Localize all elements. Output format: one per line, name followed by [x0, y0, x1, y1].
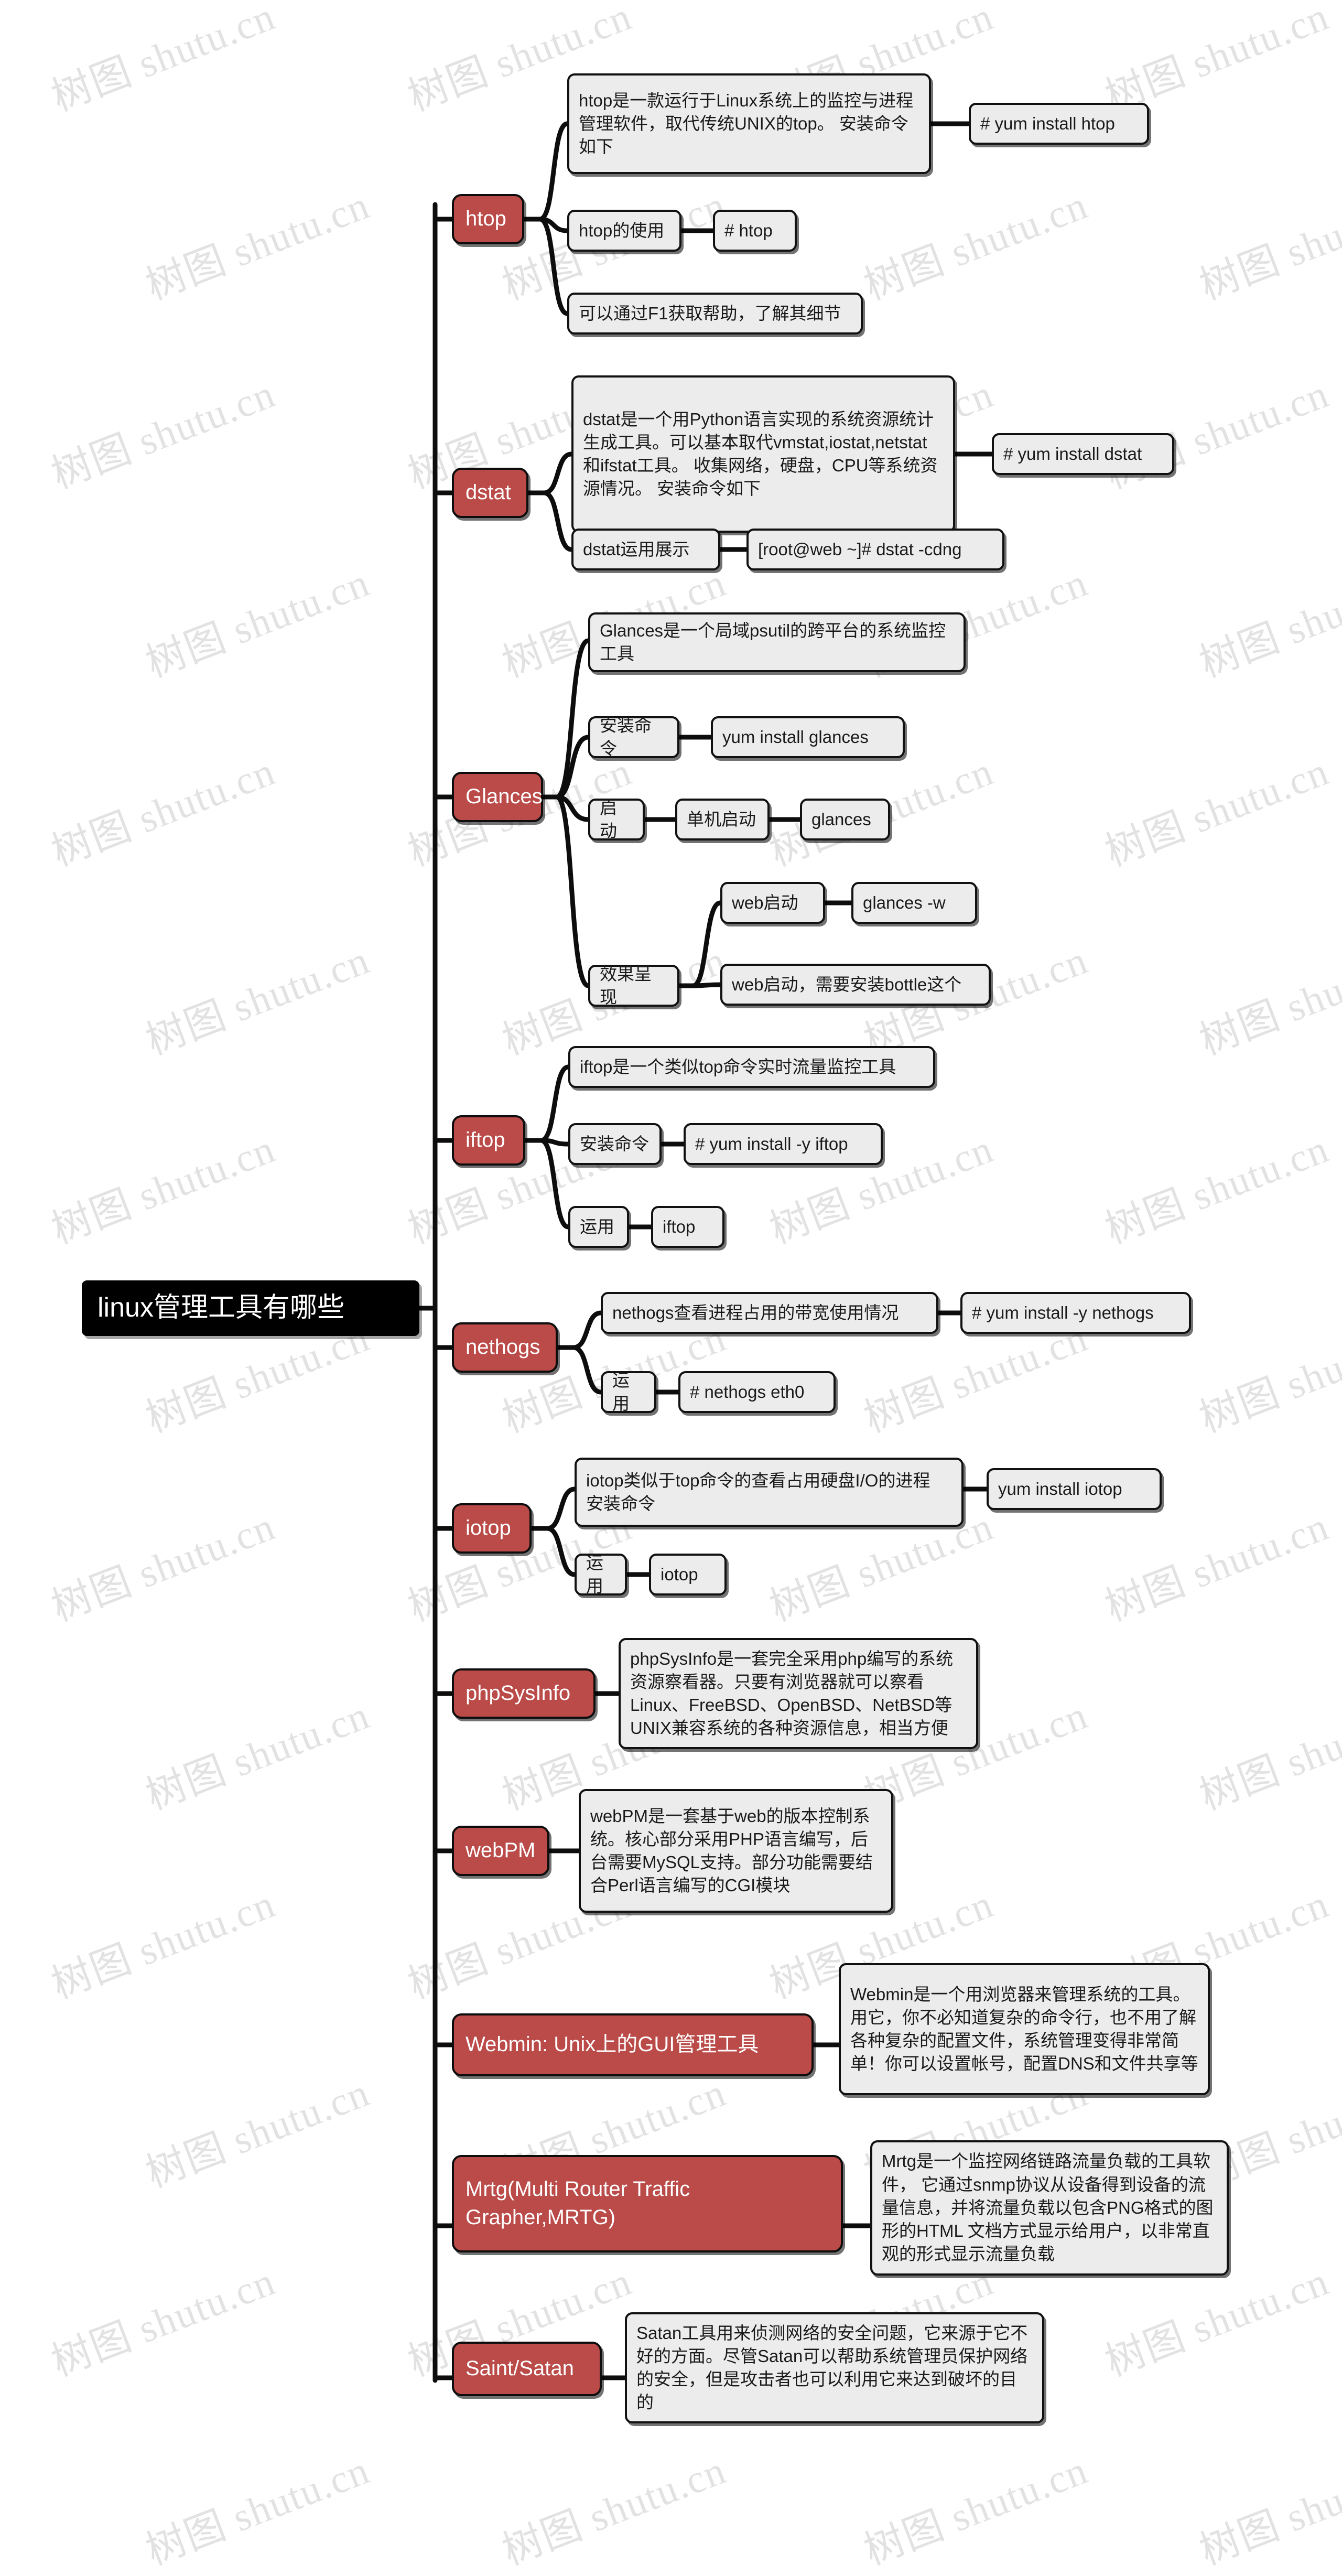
detail-text: iftop是一个类似top命令实时流量监控工具 [580, 1057, 896, 1076]
detail-box-iftop-install-label[interactable]: 安装命令 [568, 1123, 662, 1165]
detail-text: Mrtg是一个监控网络链路流量负载的工具软件， 它通过snmp协议从设备得到设备… [882, 2151, 1214, 2264]
topic-node-mrtg[interactable]: Mrtg(Multi Router Traffic Grapher,MRTG) [452, 2155, 843, 2252]
topic-label-nethogs: nethogs [466, 1335, 540, 1359]
topic-node-iotop[interactable]: iotop [452, 1503, 532, 1554]
command-text: # yum install htop [980, 113, 1115, 133]
detail-text: web启动 [732, 892, 798, 912]
detail-text: webPM是一套基于web的版本控制系统。核心部分采用PHP语言编写，后台需要M… [590, 1806, 873, 1895]
detail-text: dstat运用展示 [583, 539, 690, 559]
command-text: [root@web ~]# dstat -cdng [758, 539, 962, 559]
detail-box-glances-start-label[interactable]: 启动 [588, 797, 645, 840]
command-text: iotop [661, 1564, 698, 1584]
detail-box-iftop-usage-label[interactable]: 运用 [568, 1206, 629, 1248]
topic-node-iftop[interactable]: iftop [452, 1115, 525, 1166]
detail-box-dstat-desc[interactable]: dstat是一个用Python语言实现的系统资源统计生成工具。可以基本取代vms… [571, 375, 955, 533]
topic-label-dstat: dstat [466, 481, 511, 504]
command-text: iftop [663, 1216, 696, 1236]
command-box-nethogs-run[interactable]: # nethogs eth0 [678, 1371, 836, 1413]
detail-text: htop的使用 [579, 220, 665, 240]
topic-label-webpm: webPM [466, 1839, 536, 1862]
command-box-htop-install[interactable]: # yum install htop [969, 103, 1149, 145]
detail-text: 单机启动 [687, 809, 756, 829]
detail-text: nethogs查看进程占用的带宽使用情况 [612, 1302, 899, 1322]
detail-text: 安装命令 [600, 715, 652, 758]
topic-node-dstat[interactable]: dstat [452, 468, 528, 518]
detail-box-dstat-demo[interactable]: dstat运用展示 [571, 529, 720, 570]
detail-box-phpsysinfo-desc[interactable]: phpSysInfo是一套完全采用php编写的系统资源察看器。只要有浏览器就可以… [619, 1638, 978, 1749]
topic-node-htop[interactable]: htop [452, 194, 524, 244]
detail-box-glances-standalone[interactable]: 单机启动 [675, 799, 770, 840]
detail-text: 运用 [586, 1553, 603, 1596]
detail-box-glances-bottle[interactable]: web启动，需要安装bottle这个 [720, 964, 991, 1006]
command-box-glances-run[interactable]: glances [800, 799, 890, 840]
detail-text: 可以通过F1获取帮助，了解其细节 [579, 303, 841, 323]
command-text: # nethogs eth0 [690, 1382, 805, 1402]
detail-text: phpSysInfo是一套完全采用php编写的系统资源察看器。只要有浏览器就可以… [630, 1648, 954, 1738]
detail-text: 安装命令 [580, 1134, 649, 1154]
command-text: # yum install -y nethogs [972, 1302, 1154, 1322]
detail-text: 运用 [580, 1216, 614, 1236]
detail-box-iotop-desc[interactable]: iotop类似于top命令的查看占用硬盘I/O的进程 安装命令 [575, 1458, 964, 1527]
detail-text: dstat是一个用Python语言实现的系统资源统计生成工具。可以基本取代vms… [583, 409, 938, 499]
detail-box-iotop-usage-label[interactable]: 运用 [575, 1553, 627, 1596]
detail-box-htop-usage[interactable]: htop的使用 [567, 210, 681, 252]
detail-box-glances-webstart[interactable]: web启动 [720, 882, 825, 924]
detail-text: htop是一款运行于Linux系统上的监控与进程管理软件，取代传统UNIX的to… [579, 90, 914, 157]
detail-text: iotop类似于top命令的查看占用硬盘I/O的进程 安装命令 [586, 1470, 930, 1513]
detail-text: 效果呈现 [600, 964, 652, 1007]
detail-box-htop-help[interactable]: 可以通过F1获取帮助，了解其细节 [567, 293, 863, 335]
command-box-nethogs-install[interactable]: # yum install -y nethogs [960, 1292, 1191, 1334]
detail-box-webpm-desc[interactable]: webPM是一套基于web的版本控制系统。核心部分采用PHP语言编写，后台需要M… [579, 1789, 893, 1913]
command-box-glances-install[interactable]: yum install glances [711, 716, 905, 758]
detail-box-glances-effect-label[interactable]: 效果呈现 [588, 964, 679, 1007]
command-text: yum install iotop [998, 1479, 1122, 1499]
command-box-iftop-install[interactable]: # yum install -y iftop [684, 1123, 883, 1165]
detail-box-mrtg-desc[interactable]: Mrtg是一个监控网络链路流量负载的工具软件， 它通过snmp协议从设备得到设备… [870, 2140, 1229, 2276]
command-text: # yum install dstat [1003, 444, 1142, 464]
detail-text: Glances是一个局域psutil的跨平台的系统监控工具 [600, 620, 946, 663]
topic-node-phpsysinfo[interactable]: phpSysInfo [452, 1668, 596, 1719]
topic-node-webpm[interactable]: webPM [452, 1826, 549, 1876]
detail-box-saint-desc[interactable]: Satan工具用来侦测网络的安全问题，它来源于它不好的方面。尽管Satan可以帮… [625, 2312, 1044, 2423]
detail-text: 启动 [600, 797, 617, 840]
command-text: glances -w [863, 892, 946, 912]
root-label: linux管理工具有哪些 [98, 1292, 344, 1323]
topic-label-phpsysinfo: phpSysInfo [466, 1682, 571, 1705]
command-text: # yum install -y iftop [695, 1134, 848, 1154]
detail-box-glances-desc[interactable]: Glances是一个局域psutil的跨平台的系统监控工具 [588, 612, 966, 672]
command-text: yum install glances [722, 727, 869, 747]
command-box-iotop-install[interactable]: yum install iotop [987, 1468, 1162, 1510]
detail-box-iftop-desc[interactable]: iftop是一个类似top命令实时流量监控工具 [568, 1046, 935, 1088]
topic-node-glances[interactable]: Glances [452, 772, 543, 822]
command-box-glances-web[interactable]: glances -w [851, 882, 977, 924]
detail-box-htop-desc[interactable]: htop是一款运行于Linux系统上的监控与进程管理软件，取代传统UNIX的to… [567, 73, 931, 174]
command-box-dstat-run[interactable]: [root@web ~]# dstat -cdng [746, 529, 1004, 570]
detail-box-webmin-desc[interactable]: Webmin是一个用浏览器来管理系统的工具。用它，你不必知道复杂的命令行，也不用… [839, 1963, 1210, 2095]
command-box-iotop-run[interactable]: iotop [649, 1554, 727, 1596]
topic-label-saint: Saint/Satan [466, 2357, 574, 2380]
command-box-htop-run[interactable]: # htop [713, 210, 797, 252]
command-box-iftop-run[interactable]: iftop [651, 1206, 724, 1248]
detail-box-glances-install-label[interactable]: 安装命令 [588, 716, 679, 758]
topic-label-mrtg: Mrtg(Multi Router Traffic Grapher,MRTG) [466, 2178, 690, 2229]
detail-box-nethogs-desc[interactable]: nethogs查看进程占用的带宽使用情况 [601, 1292, 938, 1334]
command-text: # htop [724, 220, 773, 240]
detail-text: web启动，需要安装bottle这个 [732, 974, 962, 994]
topic-label-htop: htop [466, 207, 506, 231]
topic-node-saint[interactable]: Saint/Satan [452, 2342, 602, 2396]
detail-text: Satan工具用来侦测网络的安全问题，它来源于它不好的方面。尽管Satan可以帮… [636, 2323, 1028, 2412]
topic-node-nethogs[interactable]: nethogs [452, 1322, 558, 1373]
command-box-dstat-install[interactable]: # yum install dstat [992, 433, 1174, 475]
topic-label-webmin: Webmin: Unix上的GUI管理工具 [466, 2033, 759, 2056]
topic-node-webmin[interactable]: Webmin: Unix上的GUI管理工具 [452, 2013, 814, 2076]
detail-text: Webmin是一个用浏览器来管理系统的工具。用它，你不必知道复杂的命令行，也不用… [850, 1984, 1198, 2074]
topic-label-iotop: iotop [466, 1516, 511, 1540]
root-node[interactable]: linux管理工具有哪些 [82, 1280, 419, 1336]
detail-text: 运用 [612, 1370, 630, 1413]
topic-label-iftop: iftop [466, 1128, 505, 1152]
command-text: glances [811, 809, 871, 829]
detail-box-nethogs-usage-label[interactable]: 运用 [601, 1371, 656, 1413]
topic-label-glances: Glances [466, 785, 543, 809]
